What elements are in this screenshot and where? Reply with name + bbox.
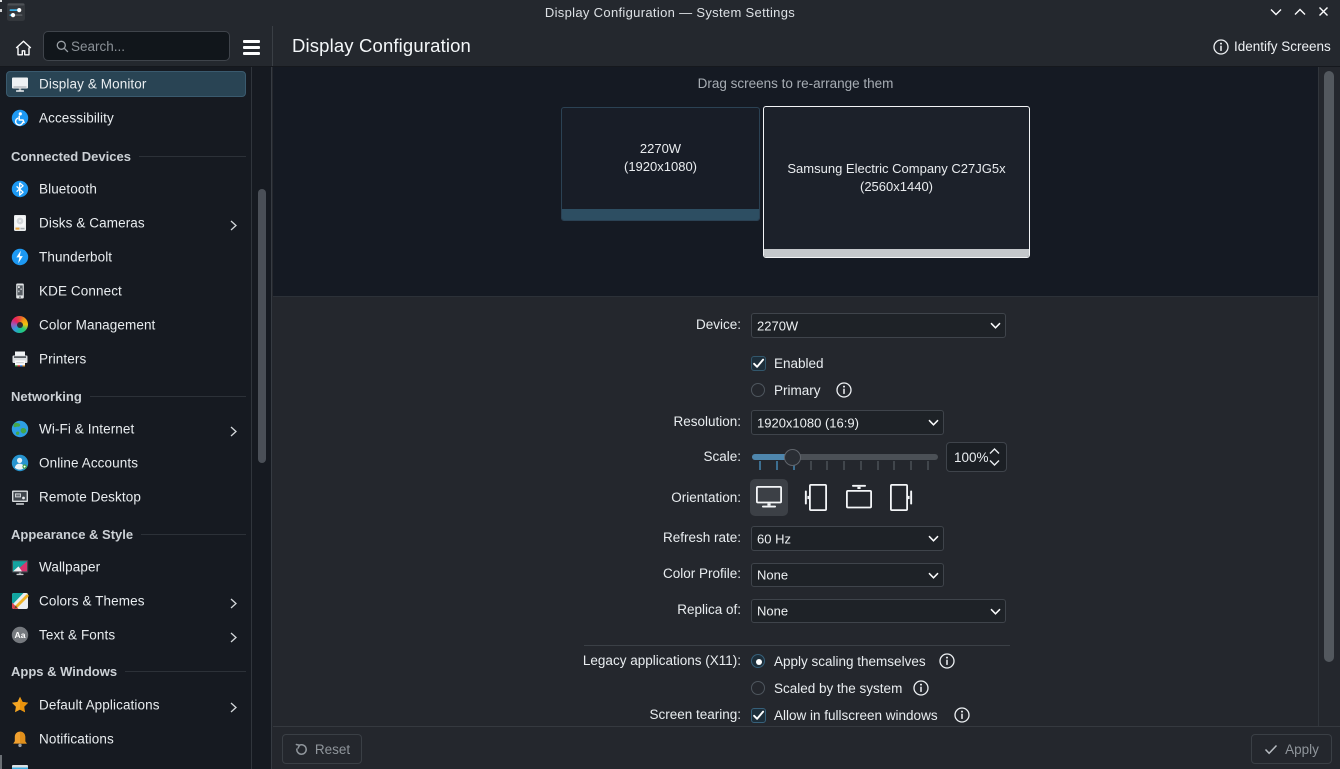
svg-text:Aa: Aa <box>15 630 26 640</box>
